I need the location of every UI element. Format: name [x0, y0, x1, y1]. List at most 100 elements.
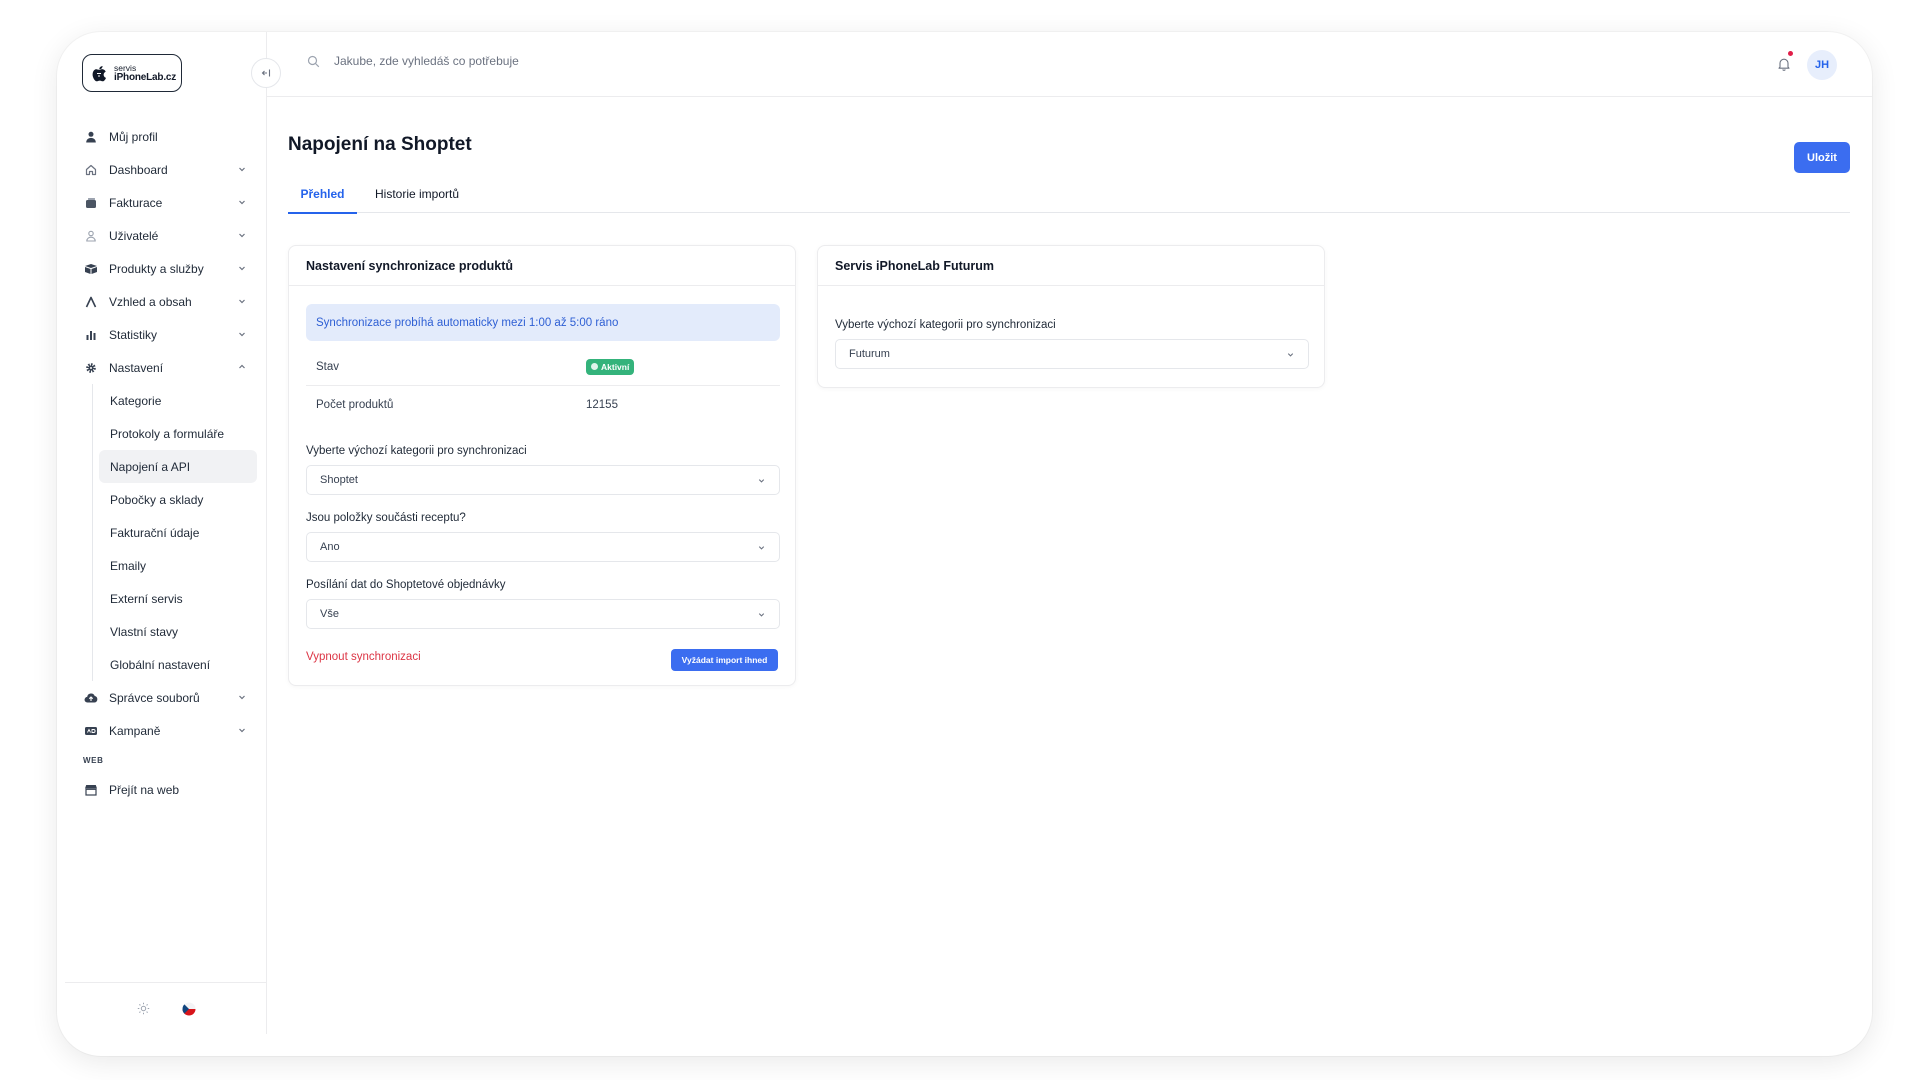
- product-count-value: 12155: [586, 399, 618, 411]
- search-input[interactable]: [334, 54, 734, 68]
- status-value: Aktivní: [601, 361, 630, 372]
- search-bar: [307, 54, 734, 68]
- bar-chart-icon: [83, 327, 99, 343]
- sync-settings-card: Nastavení synchronizace produktů Synchro…: [288, 245, 796, 686]
- sidebar: servis iPhoneLab.cz Můj profil Dashboard…: [57, 32, 267, 1034]
- chevron-down-icon: [239, 167, 245, 172]
- sidebar-nav: Můj profil Dashboard Fakturace Uživatelé…: [83, 120, 257, 806]
- category-select-value: Shoptet: [320, 474, 358, 486]
- tab-import-history[interactable]: Historie importů: [357, 175, 477, 213]
- sidebar-item-label: Nastavení: [109, 360, 164, 375]
- orders-select[interactable]: Vše: [306, 599, 780, 629]
- chevron-down-icon: [239, 332, 245, 337]
- futurum-card: Servis iPhoneLab Futurum Vyberte výchozí…: [817, 245, 1325, 388]
- gear-icon: [83, 360, 99, 376]
- sidebar-subitem-billing[interactable]: Fakturační údaje: [99, 516, 257, 549]
- recipe-select-value: Ano: [320, 541, 340, 553]
- card-title: Servis iPhoneLab Futurum: [818, 246, 1324, 286]
- store-icon: [83, 782, 99, 798]
- chevron-down-icon: [758, 479, 765, 483]
- notification-bell-icon[interactable]: [1776, 56, 1792, 72]
- chevron-down-icon: [758, 546, 765, 550]
- sidebar-subitem-external-service[interactable]: Externí servis: [99, 582, 257, 615]
- sidebar-item-users[interactable]: Uživatelé: [83, 219, 257, 252]
- sidebar-item-design[interactable]: Vzhled a obsah: [83, 285, 257, 318]
- sidebar-item-label: Přejít na web: [109, 782, 180, 797]
- futurum-category-value: Futurum: [849, 348, 890, 360]
- status-label: Stav: [316, 360, 340, 373]
- avatar[interactable]: JH: [1807, 50, 1837, 80]
- sidebar-item-profile[interactable]: Můj profil: [83, 120, 257, 153]
- chevron-down-icon: [239, 695, 245, 700]
- apple-logo-icon: [92, 66, 106, 82]
- sidebar-item-label: Uživatelé: [109, 228, 159, 243]
- cloud-icon: [83, 690, 99, 706]
- box-icon: [83, 261, 99, 277]
- sidebar-item-invoicing[interactable]: Fakturace: [83, 186, 257, 219]
- orders-label: Posílání dat do Shoptetové objednávky: [306, 579, 506, 591]
- sidebar-item-label: Vzhled a obsah: [109, 294, 192, 309]
- chevron-down-icon: [239, 200, 245, 205]
- category-label: Vyberte výchozí kategorii pro synchroniz…: [306, 445, 527, 457]
- campaign-icon: [83, 723, 99, 739]
- app-window: servis iPhoneLab.cz Můj profil Dashboard…: [57, 32, 1872, 1056]
- chevron-down-icon: [239, 233, 245, 238]
- status-row: Stav Aktivní: [306, 348, 780, 386]
- sidebar-subitem-categories[interactable]: Kategorie: [99, 384, 257, 417]
- page-title: Napojení na Shoptet: [288, 134, 472, 155]
- category-select[interactable]: Shoptet: [306, 465, 780, 495]
- chevron-down-icon: [239, 728, 245, 733]
- sidebar-subitem-api[interactable]: Napojení a API: [99, 450, 257, 483]
- sidebar-item-label: Dashboard: [109, 162, 168, 177]
- sidebar-item-dashboard[interactable]: Dashboard: [83, 153, 257, 186]
- sidebar-item-campaigns[interactable]: Kampaně: [83, 714, 257, 747]
- futurum-category-select[interactable]: Futurum: [835, 339, 1309, 369]
- settings-submenu: Kategorie Protokoly a formuláře Napojení…: [83, 384, 257, 681]
- design-icon: [83, 294, 99, 310]
- users-icon: [83, 228, 99, 244]
- sidebar-subitem-emails[interactable]: Emaily: [99, 549, 257, 582]
- sidebar-item-label: Fakturace: [109, 195, 163, 210]
- request-import-button[interactable]: Vyžádat import ihned: [671, 649, 778, 671]
- section-label-web: WEB: [83, 755, 104, 765]
- sidebar-item-label: Produkty a služby: [109, 261, 204, 276]
- card-title: Nastavení synchronizace produktů: [289, 246, 795, 286]
- chevron-down-icon: [758, 613, 765, 617]
- recipe-select[interactable]: Ano: [306, 532, 780, 562]
- chevron-up-icon: [239, 364, 245, 369]
- sidebar-item-label: Správce souborů: [109, 690, 200, 705]
- brand-logo[interactable]: servis iPhoneLab.cz: [82, 54, 182, 92]
- status-badge: Aktivní: [586, 358, 635, 375]
- sidebar-subitem-global-settings[interactable]: Globální nastavení: [99, 648, 257, 681]
- sidebar-item-products[interactable]: Produkty a služby: [83, 252, 257, 285]
- sidebar-item-label: Kampaně: [109, 723, 161, 738]
- sidebar-subitem-custom-states[interactable]: Vlastní stavy: [99, 615, 257, 648]
- save-button[interactable]: Uložit: [1794, 142, 1850, 173]
- notification-dot: [1788, 51, 1793, 56]
- sidebar-item-label: Můj profil: [109, 129, 158, 144]
- sun-icon[interactable]: [137, 1002, 150, 1015]
- chevron-down-icon: [1287, 353, 1294, 357]
- brand-line-2: iPhoneLab.cz: [114, 72, 177, 83]
- product-count-row: Počet produktů 12155: [306, 386, 780, 424]
- sidebar-footer: [65, 982, 267, 1034]
- search-icon: [307, 55, 320, 67]
- orders-select-value: Vše: [320, 608, 339, 620]
- sidebar-item-settings[interactable]: Nastavení: [83, 351, 257, 384]
- product-count-label: Počet produktů: [316, 399, 394, 411]
- sync-info-banner: Synchronizace probíhá automaticky mezi 1…: [306, 304, 780, 341]
- sidebar-subitem-protocols[interactable]: Protokoly a formuláře: [99, 417, 257, 450]
- futurum-category-label: Vyberte výchozí kategorii pro synchroniz…: [835, 319, 1056, 331]
- chevron-down-icon: [239, 299, 245, 304]
- tabs: Přehled Historie importů: [288, 175, 1850, 214]
- home-icon: [83, 162, 99, 178]
- user-icon: [83, 129, 99, 145]
- tab-overview[interactable]: Přehled: [288, 175, 357, 214]
- sidebar-item-statistics[interactable]: Statistiky: [83, 318, 257, 351]
- status-dot-icon: [591, 363, 598, 370]
- sidebar-item-file-manager[interactable]: Správce souborů: [83, 681, 257, 714]
- sidebar-subitem-branches[interactable]: Pobočky a sklady: [99, 483, 257, 516]
- disable-sync-link[interactable]: Vypnout synchronizaci: [306, 651, 421, 663]
- sidebar-item-go-to-web[interactable]: Přejít na web: [83, 773, 257, 806]
- czech-flag-icon[interactable]: [182, 1002, 196, 1016]
